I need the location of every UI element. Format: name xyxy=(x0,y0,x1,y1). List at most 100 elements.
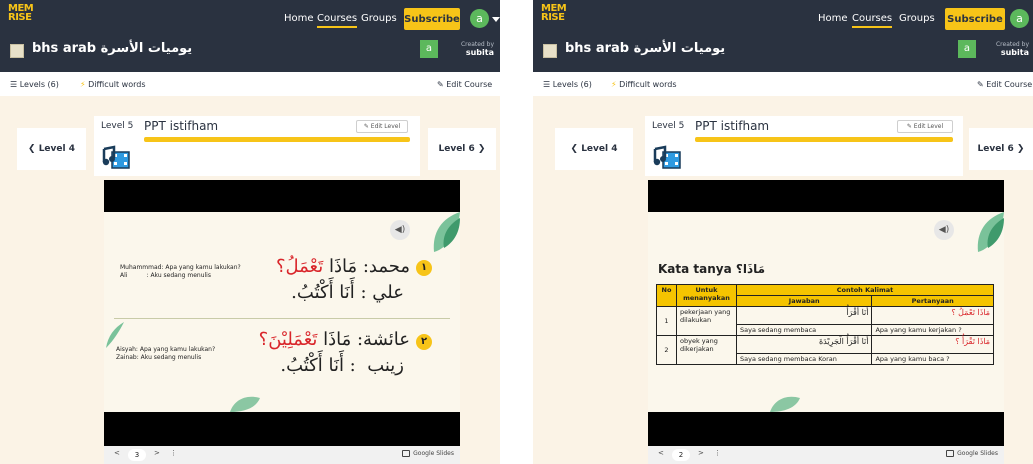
prev-level-button[interactable]: ❮ Level 4 xyxy=(17,128,86,170)
leaf-decoration xyxy=(433,212,460,252)
lightning-icon: ⚡ xyxy=(611,80,620,89)
more-vertical-icon[interactable]: ⋮ xyxy=(714,449,721,457)
more-vertical-icon[interactable]: ⋮ xyxy=(170,449,177,457)
subscribe-button[interactable]: Subscribe xyxy=(404,8,460,30)
pencil-icon: ✎ xyxy=(906,123,914,130)
cell-jawaban-id: Saya sedang membaca Koran xyxy=(735,353,873,365)
nav-courses-link[interactable]: Courses xyxy=(317,13,358,28)
nav-home-link[interactable]: Home xyxy=(284,13,314,24)
cell-untuk: pekerjaan yang dilakukan xyxy=(676,306,737,336)
nav-home-link[interactable]: Home xyxy=(818,13,848,24)
slide-title: Kata tanya مَاذَا؟ xyxy=(658,262,766,276)
level-header: Level 5 PPT istifham ✎ Edit Level xyxy=(645,116,963,176)
translation-line: Ali : Aku sedang menulis xyxy=(120,272,211,279)
subscribe-button[interactable]: Subscribe xyxy=(945,8,1005,30)
cell-no: 1 xyxy=(656,306,677,336)
cell-jawaban-ar: أَنَا أَقْرَأُ xyxy=(735,306,873,325)
slides-controls: < 3 > ⋮ Google Slides xyxy=(104,446,460,464)
course-title: bhs arab يوميات الأسرة xyxy=(32,41,193,56)
creator-name[interactable]: subita xyxy=(444,49,494,57)
arabic-question: عائشة: مَاذَا تَعْمَلِيْنَ؟ xyxy=(258,329,410,350)
translation-line: Muhammmad: Apa yang kamu lakukan? xyxy=(120,264,241,271)
next-level-button[interactable]: Level 6 ❯ xyxy=(428,128,496,170)
edit-level-button[interactable]: ✎ Edit Level xyxy=(897,120,953,133)
chevron-left-icon[interactable]: < xyxy=(658,449,664,457)
next-level-button[interactable]: Level 6 ❯ xyxy=(969,128,1033,170)
memrise-logo[interactable]: MEM RISE xyxy=(8,4,34,23)
speaker-icon[interactable]: ◀) xyxy=(390,220,410,240)
header-contoh: Contoh Kalimat xyxy=(736,284,994,296)
chevron-right-icon: ❯ xyxy=(1013,144,1025,154)
google-slides-link[interactable]: Google Slides xyxy=(402,450,454,457)
edit-level-button[interactable]: ✎ Edit Level xyxy=(356,120,408,133)
course-title: bhs arab يوميات الأسرة xyxy=(565,41,726,56)
difficult-words-link[interactable]: ⚡ Difficult words xyxy=(80,80,146,89)
slide-divider xyxy=(114,318,450,319)
chevron-left-icon[interactable]: < xyxy=(114,449,120,457)
level-number: Level 5 xyxy=(101,121,134,131)
prev-level-label: Level 4 xyxy=(38,144,75,154)
levels-link[interactable]: ☰ Levels (6) xyxy=(10,80,59,89)
page-number[interactable]: 3 xyxy=(128,449,146,461)
creator-name[interactable]: subita xyxy=(981,49,1029,57)
slides-embed[interactable]: ◀) ١ محمد: مَاذَا تَعْمَلُ؟ علي : أَنَا … xyxy=(104,180,460,464)
user-avatar[interactable]: a xyxy=(1010,9,1029,28)
dropdown-caret-icon[interactable] xyxy=(492,17,500,22)
edit-course-link[interactable]: ✎ Edit Course xyxy=(977,80,1032,89)
google-slides-link[interactable]: Google Slides xyxy=(946,450,998,457)
course-subnav: ☰ Levels (6) ⚡ Difficult words ✎ Edit Co… xyxy=(533,72,1033,96)
leaf-decoration-bottom xyxy=(230,396,260,412)
nav-courses-link[interactable]: Courses xyxy=(852,13,893,28)
header-jawaban: Jawaban xyxy=(735,295,873,307)
prev-level-label: Level 4 xyxy=(581,144,618,154)
chevron-right-icon: ❯ xyxy=(474,144,486,154)
arabic-answer: زينب : أَنَا أَكْتُبُ. xyxy=(280,355,404,376)
edit-level-label: Edit Level xyxy=(370,123,401,130)
edit-level-label: Edit Level xyxy=(913,123,944,130)
memrise-logo[interactable]: MEM RISE xyxy=(541,4,567,23)
chevron-right-icon[interactable]: > xyxy=(154,449,160,457)
next-level-label: Level 6 xyxy=(438,144,475,154)
course-thumbnail xyxy=(543,44,557,58)
nav-groups-link[interactable]: Groups xyxy=(361,13,397,24)
course-thumbnail xyxy=(10,44,24,58)
pencil-icon: ✎ xyxy=(363,123,371,130)
chevron-right-icon[interactable]: > xyxy=(698,449,704,457)
lightning-icon: ⚡ xyxy=(80,80,89,89)
film-music-icon xyxy=(653,145,681,169)
levels-link[interactable]: ☰ Levels (6) xyxy=(543,80,592,89)
translation-line: Zainab: Aku sedang menulis xyxy=(116,354,202,361)
page-number[interactable]: 2 xyxy=(672,449,690,461)
top-navbar: MEM RISE Home Courses Groups Subscribe a… xyxy=(0,0,500,72)
nav-groups-link[interactable]: Groups xyxy=(899,13,935,24)
edit-course-link[interactable]: ✎ Edit Course xyxy=(437,80,492,89)
list-icon: ☰ xyxy=(543,80,553,89)
course-subnav: ☰ Levels (6) ⚡ Difficult words ✎ Edit Co… xyxy=(0,72,500,96)
cell-untuk: obyek yang dikerjakan xyxy=(676,335,737,365)
list-icon: ☰ xyxy=(10,80,20,89)
table-row: 1 pekerjaan yang dilakukan أَنَا أَقْرَأ… xyxy=(656,306,994,336)
slides-controls: < 2 > ⋮ Google Slides xyxy=(648,446,1004,464)
level-header: Level 5 PPT istifham ✎ Edit Level xyxy=(94,116,420,176)
speaker-icon[interactable]: ◀) xyxy=(934,220,954,240)
pencil-icon: ✎ xyxy=(977,80,987,89)
cell-pertanyaan-id: Apa yang kamu kerjakan ? xyxy=(871,324,994,336)
leaf-decoration xyxy=(977,212,1004,252)
top-navbar: MEM RISE Home Courses Groups Subscribe a… xyxy=(533,0,1033,72)
google-slides-icon xyxy=(946,450,955,457)
creator-avatar[interactable]: a xyxy=(420,40,438,58)
memrise-window-left: MEM RISE Home Courses Groups Subscribe a… xyxy=(0,0,500,464)
chevron-left-icon: ❮ xyxy=(28,144,39,154)
header-no: No xyxy=(656,284,677,307)
slide-content: ◀) ١ محمد: مَاذَا تَعْمَلُ؟ علي : أَنَا … xyxy=(104,212,460,412)
user-avatar[interactable]: a xyxy=(470,9,489,28)
slides-embed[interactable]: ◀) Kata tanya مَاذَا؟ No Untuk menanyaka… xyxy=(648,180,1004,464)
level-progress-bar xyxy=(144,137,410,142)
prev-level-button[interactable]: ❮ Level 4 xyxy=(555,128,633,170)
level-name: PPT istifham xyxy=(144,119,219,133)
difficult-words-link[interactable]: ⚡ Difficult words xyxy=(611,80,677,89)
level-progress-bar xyxy=(695,137,953,142)
creator-avatar[interactable]: a xyxy=(958,40,976,58)
leaf-decoration-bottom xyxy=(770,396,800,412)
slide-content: ◀) Kata tanya مَاذَا؟ No Untuk menanyaka… xyxy=(648,212,1004,412)
